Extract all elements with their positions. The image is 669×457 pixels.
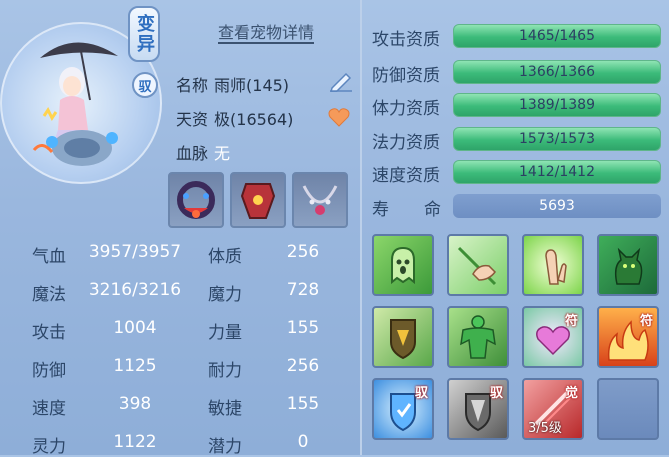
pet-name-value: 雨师(145)	[214, 76, 290, 95]
ride-tag: 驭	[414, 386, 428, 401]
aptitude-value: 1389/1389	[519, 97, 595, 113]
aptitude-label: 攻击资质	[372, 30, 440, 50]
view-pet-details-link[interactable]: 查看宠物详情	[218, 24, 315, 44]
attr-label: 体质	[208, 247, 242, 267]
skill-muscle[interactable]	[447, 306, 509, 368]
ghost-icon	[391, 246, 415, 285]
shield-crest-icon	[390, 319, 416, 360]
aptitude-bar: 1573/1573	[453, 127, 661, 151]
talisman-tag: 符	[639, 314, 653, 329]
stat-label: 魔法	[32, 285, 66, 305]
stat-label: 速度	[32, 399, 66, 419]
attr-value: 728	[286, 280, 320, 300]
attr-value: 155	[286, 318, 320, 338]
hand-seal-icon	[457, 246, 497, 286]
aptitude-label: 速度资质	[372, 166, 440, 186]
equip-slot-necklace[interactable]	[292, 172, 348, 228]
skill-heart-talisman[interactable]: 符	[522, 306, 584, 368]
aptitude-label: 法力资质	[372, 133, 440, 153]
aptitude-value: 1366/1366	[519, 64, 595, 80]
ride-tag: 驭	[489, 386, 503, 401]
pet-blood-value: 无	[214, 144, 231, 163]
equip-slot-collar[interactable]	[168, 172, 224, 228]
skill-guard-shield[interactable]: 驭	[372, 378, 434, 440]
muscle-icon	[460, 315, 496, 359]
stat-label: 攻击	[32, 323, 66, 343]
attr-label: 耐力	[208, 361, 242, 381]
favorite-heart-icon[interactable]	[328, 106, 350, 128]
necklace-icon	[302, 185, 338, 215]
skill-hand-seal[interactable]	[447, 234, 509, 296]
stat-value: 398	[118, 394, 152, 414]
pet-talent-row: 天资 极(16564)	[176, 106, 293, 130]
skill-shield-crest[interactable]	[372, 306, 434, 368]
aptitude-label: 防御资质	[372, 66, 440, 86]
panel-divider	[360, 0, 362, 455]
equip-slot-armor[interactable]	[230, 172, 286, 228]
stat-value: 3216/3216	[88, 280, 182, 300]
awaken-level: 3/5级	[528, 421, 562, 436]
transform-button[interactable]: 变异	[128, 6, 160, 62]
pet-name-label: 名称	[176, 76, 209, 95]
stat-value: 1122	[113, 432, 157, 452]
aptitude-bar: 1389/1389	[453, 93, 661, 117]
skill-palm[interactable]	[522, 234, 584, 296]
attr-value: 155	[286, 394, 320, 414]
pet-portrait	[32, 42, 118, 166]
stat-value: 1004	[113, 318, 157, 338]
aptitude-bar: 1366/1366	[453, 60, 661, 84]
attr-value: 256	[286, 356, 320, 376]
aptitude-bar: 1465/1465	[453, 24, 661, 48]
aptitude-value: 1412/1412	[519, 164, 595, 180]
palm-icon	[545, 249, 567, 285]
pet-name-row: 名称 雨师(145)	[176, 72, 289, 96]
aptitude-bar: 1412/1412	[453, 160, 661, 184]
attr-label: 魔力	[208, 285, 242, 305]
aptitude-label: 体力资质	[372, 99, 440, 119]
life-bar: 5693	[453, 194, 661, 218]
life-label-2: 命	[424, 200, 441, 220]
attr-value: 0	[297, 432, 309, 452]
pet-talent-label: 天资	[176, 110, 209, 129]
awaken-tag: 觉	[564, 386, 578, 401]
talisman-tag: 符	[564, 314, 578, 329]
stat-label: 灵力	[32, 437, 66, 457]
collar-icon	[177, 181, 215, 219]
aptitude-value: 1465/1465	[519, 28, 595, 44]
pet-blood-label: 血脉	[176, 144, 209, 163]
attr-label: 敏捷	[208, 399, 242, 419]
ride-badge[interactable]: 驭	[132, 72, 158, 98]
aptitude-value: 1573/1573	[519, 131, 595, 147]
stat-value: 1125	[113, 356, 157, 376]
stat-value: 3957/3957	[88, 242, 182, 262]
skill-spirit-cat[interactable]	[597, 234, 659, 296]
spirit-cat-icon	[614, 247, 643, 285]
attr-label: 力量	[208, 323, 242, 343]
stat-label: 防御	[32, 361, 66, 381]
skill-awaken[interactable]: 觉 3/5级	[522, 378, 584, 440]
skill-ghost[interactable]	[372, 234, 434, 296]
skill-slot-empty[interactable]	[597, 378, 659, 440]
attr-label: 潜力	[208, 437, 242, 457]
skill-flame-talisman[interactable]: 符	[597, 306, 659, 368]
stat-label: 气血	[32, 247, 66, 267]
life-label: 寿	[372, 200, 389, 220]
pet-talent-value: 极(16564)	[214, 110, 294, 129]
pet-blood-row: 血脉无	[176, 140, 230, 164]
skill-iron-shield[interactable]: 驭	[447, 378, 509, 440]
attr-value: 256	[286, 242, 320, 262]
rename-pen-icon[interactable]	[328, 70, 354, 92]
life-value: 5693	[539, 198, 575, 214]
armor-icon	[240, 183, 276, 219]
